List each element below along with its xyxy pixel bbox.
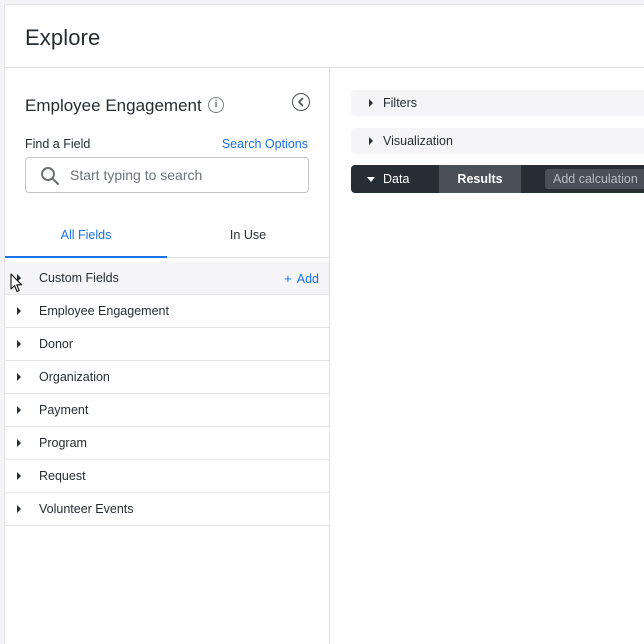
tab-in-use[interactable]: In Use: [167, 216, 329, 258]
field-group-label: Request: [39, 469, 86, 483]
add-calculation-button[interactable]: Add calculation: [545, 169, 644, 189]
field-group-employee-engagement[interactable]: Employee Engagement: [5, 295, 329, 328]
caret-right-icon: [369, 137, 373, 145]
field-list: Custom Fields + Add Employee Engagement D…: [5, 262, 329, 526]
data-toggle[interactable]: Data: [383, 172, 409, 186]
caret-right-icon: [17, 340, 21, 348]
plus-icon: +: [284, 271, 292, 286]
top-bar: Explore: [5, 5, 644, 68]
field-group-label: Program: [39, 436, 87, 450]
add-label: Add: [296, 272, 319, 286]
field-group-label: Employee Engagement: [39, 304, 169, 318]
field-group-request[interactable]: Request: [5, 460, 329, 493]
field-group-program[interactable]: Program: [5, 427, 329, 460]
field-group-label: Payment: [39, 403, 89, 417]
caret-right-icon: [17, 505, 21, 513]
field-group-volunteer-events[interactable]: Volunteer Events: [5, 493, 329, 526]
field-group-donor[interactable]: Donor: [5, 328, 329, 361]
field-picker-sidebar: Employee Engagement i Find a Field Searc…: [5, 68, 330, 644]
field-group-label: Organization: [39, 370, 110, 384]
collapse-sidebar-icon[interactable]: [292, 93, 310, 111]
visualization-label: Visualization: [383, 134, 453, 148]
mouse-pointer-icon: [10, 273, 24, 298]
data-section-bar: Data Results Add calculation: [351, 165, 644, 193]
filters-section[interactable]: Filters: [351, 90, 644, 116]
caret-right-icon: [17, 472, 21, 480]
field-group-label: Donor: [39, 337, 74, 351]
add-custom-field-button[interactable]: + Add: [284, 271, 319, 286]
explore-name: Employee Engagement: [25, 96, 202, 115]
find-a-field-label: Find a Field: [25, 137, 91, 151]
field-search-input[interactable]: [70, 158, 300, 192]
field-tabs: All Fields In Use: [5, 216, 329, 258]
explore-main-panel: Filters Visualization Data Results Add c…: [331, 68, 644, 644]
explore-window: Explore Employee Engagement i Find a Fie…: [4, 4, 644, 644]
field-group-label: Custom Fields: [39, 271, 119, 285]
search-options-link[interactable]: Search Options: [222, 137, 308, 151]
field-search-box: [25, 157, 309, 193]
caret-right-icon: [17, 307, 21, 315]
page-title: Explore: [25, 25, 101, 50]
search-icon: [40, 166, 60, 191]
field-group-organization[interactable]: Organization: [5, 361, 329, 394]
visualization-section[interactable]: Visualization: [351, 128, 644, 154]
field-group-label: Volunteer Events: [39, 502, 134, 516]
filters-label: Filters: [383, 96, 418, 110]
info-icon[interactable]: i: [208, 97, 224, 113]
caret-right-icon: [369, 99, 373, 107]
caret-right-icon: [17, 406, 21, 414]
results-tab[interactable]: Results: [439, 165, 521, 193]
field-group-custom-fields[interactable]: Custom Fields + Add: [5, 262, 329, 295]
field-group-payment[interactable]: Payment: [5, 394, 329, 427]
caret-right-icon: [17, 439, 21, 447]
caret-right-icon: [17, 373, 21, 381]
tab-all-fields[interactable]: All Fields: [5, 216, 167, 258]
caret-down-icon[interactable]: [367, 177, 375, 182]
